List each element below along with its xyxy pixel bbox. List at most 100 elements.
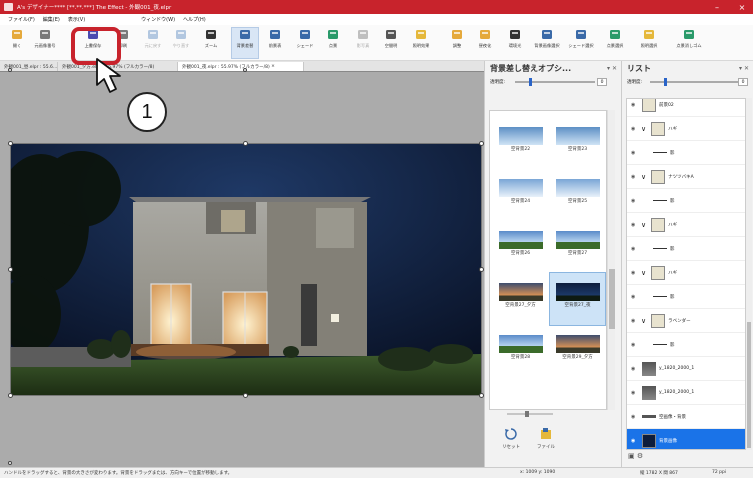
canvas-handle-t[interactable]: [243, 68, 247, 72]
visibility-eye-icon[interactable]: ◉: [631, 318, 639, 324]
resize-handle-b[interactable]: [243, 393, 248, 398]
thumbnail-scrollbar[interactable]: [607, 110, 615, 410]
layer-row[interactable]: ◉ ∨ ハギ: [627, 261, 745, 285]
ribbon-button-figure-select[interactable]: 点景選択: [602, 28, 628, 58]
menu-edit[interactable]: 編集(E): [43, 16, 60, 23]
expand-chevron-icon[interactable]: ∨: [641, 317, 646, 325]
ribbon-button-home[interactable]: 元画像番号: [32, 28, 58, 58]
visibility-eye-icon[interactable]: ◉: [631, 246, 639, 252]
ribbon-button-light-select[interactable]: 照明選択: [636, 28, 662, 58]
background-thumbnail[interactable]: 空背景26: [493, 221, 548, 273]
ribbon-button-adjust[interactable]: 調整: [444, 28, 470, 58]
layer-row[interactable]: ◉ 空画像・背景: [627, 405, 745, 429]
visibility-eye-icon[interactable]: ◉: [631, 414, 639, 420]
ribbon-button-shade[interactable]: シェード: [292, 28, 318, 58]
resize-handle-l[interactable]: [8, 267, 13, 272]
expand-chevron-icon[interactable]: ∨: [641, 173, 646, 181]
ribbon-button-foreground[interactable]: 前景表: [262, 28, 288, 58]
file-button[interactable]: ファイル: [531, 427, 561, 457]
visibility-eye-icon[interactable]: ◉: [631, 438, 639, 444]
rendered-house-photo[interactable]: [10, 143, 482, 396]
background-thumbnail[interactable]: 空背景27: [550, 221, 605, 273]
opacity-value[interactable]: 0: [738, 78, 748, 86]
background-thumbnail[interactable]: 空背景22: [493, 117, 548, 169]
background-thumbnail[interactable]: 空背景27_夕方: [493, 273, 548, 325]
menu-view[interactable]: 表示(V): [68, 16, 85, 23]
layer-row[interactable]: ◉ 影: [627, 141, 745, 165]
reset-button[interactable]: リセット: [496, 427, 526, 457]
ribbon-button-figure[interactable]: 点景: [320, 28, 346, 58]
opacity-track[interactable]: [515, 81, 595, 83]
background-thumbnail[interactable]: 空背景29_夕方: [550, 325, 605, 377]
layer-row[interactable]: ◉ 影: [627, 285, 745, 309]
background-thumbnail[interactable]: 空背景20: [493, 111, 548, 117]
layer-row[interactable]: ◉ ∨ ナツツバキA: [627, 165, 745, 189]
resize-handle-bl[interactable]: [8, 393, 13, 398]
thumbnail-size-slider[interactable]: [505, 411, 555, 417]
layer-row[interactable]: ◉ y_1820_2000_1: [627, 381, 745, 405]
resize-handle-tl[interactable]: [8, 141, 13, 146]
visibility-eye-icon[interactable]: ◉: [631, 174, 639, 180]
menu-file[interactable]: ファイル(F): [8, 16, 35, 23]
ribbon-button-eraser[interactable]: 点景消しゴム: [676, 28, 702, 58]
background-thumbnail[interactable]: 空背景25: [550, 169, 605, 221]
close-tab-icon[interactable]: ×: [271, 64, 275, 69]
ribbon-button-light[interactable]: 空間明: [378, 28, 404, 58]
expand-chevron-icon[interactable]: ∨: [641, 269, 646, 277]
layer-row[interactable]: ◉ ∨ ハギ: [627, 117, 745, 141]
visibility-eye-icon[interactable]: ◉: [631, 342, 639, 348]
minimize-button[interactable]: –: [710, 0, 724, 14]
canvas-handle-bl[interactable]: [8, 461, 12, 465]
opacity-value[interactable]: 0: [597, 78, 607, 86]
visibility-eye-icon[interactable]: ◉: [631, 390, 639, 396]
ribbon-button-zoom[interactable]: ズーム: [198, 28, 224, 58]
visibility-eye-icon[interactable]: ◉: [631, 150, 639, 156]
layer-row[interactable]: ◉ 影: [627, 333, 745, 357]
ribbon-button-undo[interactable]: 元に戻す: [140, 28, 166, 58]
expand-chevron-icon[interactable]: ∨: [641, 125, 646, 133]
ribbon-button-lighting-effect[interactable]: 照明効果: [408, 28, 434, 58]
background-thumbnail[interactable]: 空背景21: [550, 111, 605, 117]
panel-controls[interactable]: ▾ ✕: [739, 65, 749, 72]
layer-scrollbar[interactable]: [746, 98, 752, 450]
visibility-eye-icon[interactable]: ◉: [631, 270, 639, 276]
ribbon-button-bg-select[interactable]: 背景画像選択: [534, 28, 560, 58]
scrollbar-thumb[interactable]: [609, 269, 615, 329]
opacity-slider-thumb[interactable]: [529, 78, 533, 86]
ribbon-button-folder-open[interactable]: 開く: [4, 28, 30, 58]
doc-tab-night[interactable]: 外観001_夜.elpr : 55.97% (フルカラー/8) ×: [178, 62, 304, 71]
visibility-eye-icon[interactable]: ◉: [631, 102, 639, 108]
visibility-eye-icon[interactable]: ◉: [631, 126, 639, 132]
background-thumbnail[interactable]: 空背景23: [550, 117, 605, 169]
close-button[interactable]: ×: [735, 0, 749, 14]
ribbon-button-redo[interactable]: やり直す: [168, 28, 194, 58]
visibility-eye-icon[interactable]: ◉: [631, 366, 639, 372]
background-thumbnail[interactable]: 空背景27_夜: [549, 272, 606, 326]
ribbon-button-background-replace[interactable]: 背景差替: [231, 27, 259, 59]
visibility-eye-icon[interactable]: ◉: [631, 294, 639, 300]
ribbon-button-ambient[interactable]: 環境光: [502, 28, 528, 58]
opacity-slider-thumb[interactable]: [663, 78, 667, 86]
menu-window[interactable]: ウィンドウ(W): [141, 16, 175, 23]
layer-row[interactable]: ◉ 影: [627, 237, 745, 261]
resize-handle-t[interactable]: [243, 141, 248, 146]
background-thumbnail[interactable]: 空背景28: [493, 325, 548, 377]
ribbon-button-shade-select[interactable]: シェード選択: [568, 28, 594, 58]
menu-help[interactable]: ヘルプ(H): [183, 16, 206, 23]
settings-icon[interactable]: ⚙: [637, 452, 643, 460]
layer-row[interactable]: ◉ 前景02: [627, 99, 745, 117]
background-thumbnail[interactable]: 空背景24: [493, 169, 548, 221]
visibility-eye-icon[interactable]: ◉: [631, 198, 639, 204]
layer-row[interactable]: ◉ 背景画像: [627, 429, 745, 449]
layer-row[interactable]: ◉ ∨ ハギ: [627, 213, 745, 237]
scrollbar-thumb[interactable]: [747, 322, 751, 448]
layer-row[interactable]: ◉ ∨ ラベンダー: [627, 309, 745, 333]
ribbon-button-shadow[interactable]: 影写真: [350, 28, 376, 58]
panel-controls[interactable]: ▾ ✕: [607, 65, 617, 72]
layer-row[interactable]: ◉ 影: [627, 189, 745, 213]
layer-row[interactable]: ◉ y_1820_2000_1: [627, 357, 745, 381]
canvas-handle-tl[interactable]: [8, 68, 12, 72]
ribbon-button-day-night[interactable]: 昼夜化: [472, 28, 498, 58]
expand-chevron-icon[interactable]: ∨: [641, 221, 646, 229]
trash-icon[interactable]: ▣: [628, 452, 635, 460]
